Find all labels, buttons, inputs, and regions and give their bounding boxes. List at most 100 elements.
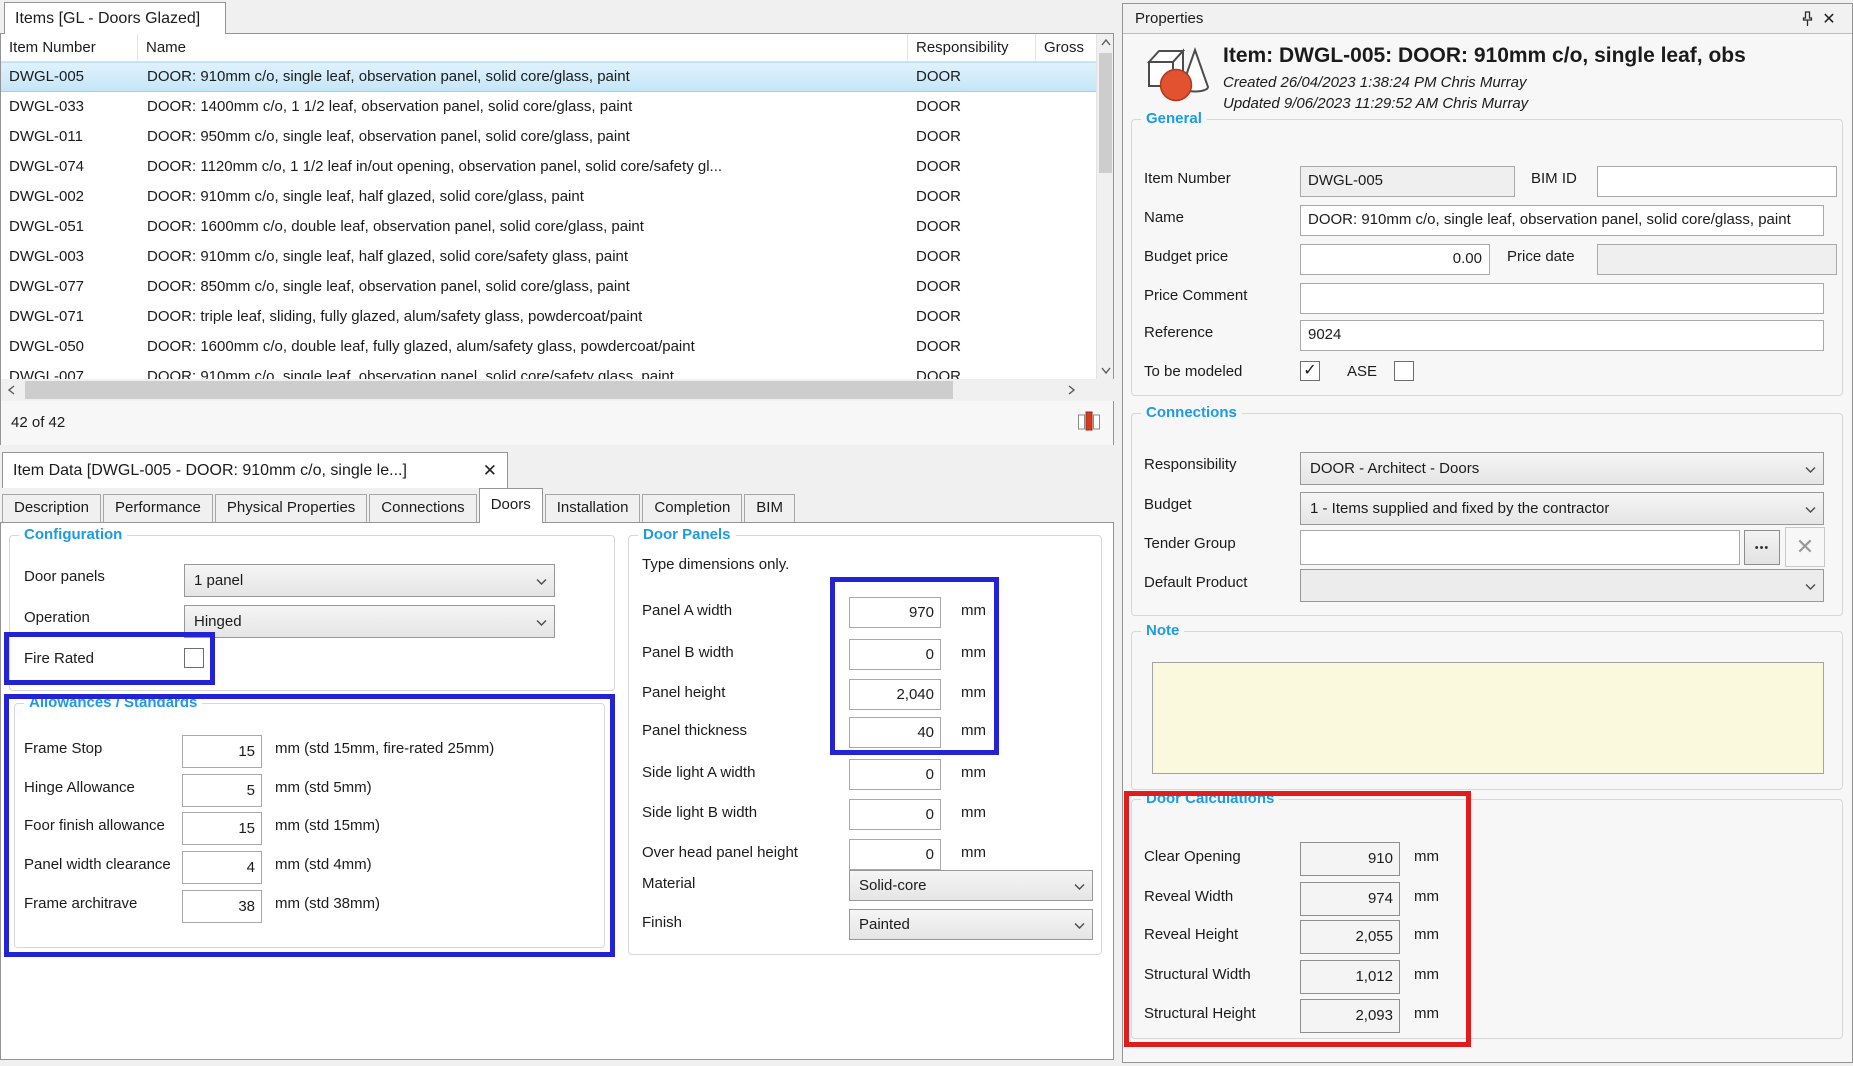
hinge-allowance-input[interactable]: 5 xyxy=(182,774,262,807)
tender-group-field[interactable] xyxy=(1300,530,1740,565)
item-data-tab-strip: Description Performance Physical Propert… xyxy=(2,488,797,522)
horizontal-scrollbar[interactable] xyxy=(1,379,1115,401)
finish-select[interactable]: Painted xyxy=(849,909,1093,940)
door-calculations-group: Door Calculations Clear Opening 910 mm R… xyxy=(1131,799,1843,1039)
updated-timestamp: Updated 9/06/2023 11:29:52 AM Chris Murr… xyxy=(1223,95,1528,112)
scrollbar-thumb[interactable] xyxy=(25,381,953,399)
default-product-select[interactable] xyxy=(1300,569,1824,602)
browse-button[interactable]: ••• xyxy=(1744,530,1780,565)
table-row[interactable]: DWGL-074 DOOR: 1120mm c/o, 1 1/2 leaf in… xyxy=(1,152,1097,182)
tab-bim[interactable]: BIM xyxy=(744,494,795,522)
table-row[interactable]: DWGL-033 DOOR: 1400mm c/o, 1 1/2 leaf, o… xyxy=(1,92,1097,122)
table-row[interactable]: DWGL-077 DOOR: 850mm c/o, single leaf, o… xyxy=(1,272,1097,302)
unit-hint: mm (std 4mm) xyxy=(275,856,372,873)
unit-label: mm xyxy=(1414,966,1439,983)
name-field[interactable]: DOOR: 910mm c/o, single leaf, observatio… xyxy=(1300,205,1824,236)
tab-connections[interactable]: Connections xyxy=(369,494,476,522)
table-row[interactable]: DWGL-003 DOOR: 910mm c/o, single leaf, h… xyxy=(1,242,1097,272)
row-responsibility: DOOR xyxy=(908,182,1036,212)
budget-select[interactable]: 1 - Items supplied and fixed by the cont… xyxy=(1300,492,1824,525)
row-item-number: DWGL-033 xyxy=(1,92,138,122)
door-panels-select[interactable]: 1 panel xyxy=(184,564,555,597)
ase-checkbox[interactable] xyxy=(1394,361,1414,381)
scrollbar-thumb[interactable] xyxy=(1099,53,1112,173)
pin-icon[interactable] xyxy=(1796,8,1818,30)
default-product-label: Default Product xyxy=(1144,574,1247,591)
selected-value: DOOR - Architect - Doors xyxy=(1310,460,1799,477)
close-icon[interactable]: ✕ xyxy=(483,461,497,481)
scroll-up-icon[interactable] xyxy=(1097,34,1114,51)
table-row[interactable]: DWGL-071 DOOR: triple leaf, sliding, ful… xyxy=(1,302,1097,332)
material-select[interactable]: Solid-core xyxy=(849,870,1093,901)
field-label: Frame Stop xyxy=(24,740,102,757)
item-data-tab[interactable]: Item Data [DWGL-005 - DOOR: 910mm c/o, s… xyxy=(2,452,508,488)
selected-value: Hinged xyxy=(194,613,530,630)
frame-architrave-input[interactable]: 38 xyxy=(182,890,262,923)
row-item-number: DWGL-003 xyxy=(1,242,138,272)
price-comment-field[interactable] xyxy=(1300,283,1824,314)
budget-price-field[interactable]: 0.00 xyxy=(1300,244,1490,275)
items-tab-title: Items [GL - Doors Glazed] xyxy=(15,10,200,28)
vertical-scrollbar[interactable] xyxy=(1096,34,1113,379)
unit-label: mm xyxy=(961,722,986,739)
unit-label: mm xyxy=(961,684,986,701)
scroll-right-icon[interactable] xyxy=(1063,381,1080,398)
table-row[interactable]: DWGL-002 DOOR: 910mm c/o, single leaf, h… xyxy=(1,182,1097,212)
row-responsibility: DOOR xyxy=(908,362,1036,379)
note-textarea[interactable] xyxy=(1152,662,1824,774)
price-date-field[interactable] xyxy=(1597,244,1837,275)
floor-finish-allowance-input[interactable]: 15 xyxy=(182,812,262,845)
row-responsibility: DOOR xyxy=(908,302,1036,332)
bim-id-label: BIM ID xyxy=(1531,170,1577,187)
check-icon: ✓ xyxy=(1303,363,1316,379)
tab-installation[interactable]: Installation xyxy=(545,494,641,522)
item-data-tab-title: Item Data [DWGL-005 - DOOR: 910mm c/o, s… xyxy=(13,462,407,480)
tab-doors[interactable]: Doors xyxy=(479,488,543,523)
table-row[interactable]: DWGL-011 DOOR: 950mm c/o, single leaf, o… xyxy=(1,122,1097,152)
scroll-left-icon[interactable] xyxy=(3,381,20,398)
clear-button[interactable]: ✕ xyxy=(1785,527,1825,567)
panel-height-input[interactable]: 2,040 xyxy=(849,679,941,710)
panel-width-clearance-input[interactable]: 4 xyxy=(182,851,262,884)
table-row[interactable]: DWGL-007 DOOR: 910mm c/o, single leaf, o… xyxy=(1,362,1097,379)
to-be-modeled-checkbox[interactable]: ✓ xyxy=(1300,361,1320,381)
row-name: DOOR: 910mm c/o, single leaf, half glaze… xyxy=(138,242,908,272)
table-row[interactable]: DWGL-050 DOOR: 1600mm c/o, double leaf, … xyxy=(1,332,1097,362)
column-header-responsibility[interactable]: Responsibility xyxy=(908,34,1036,61)
side-light-b-width-input[interactable]: 0 xyxy=(849,799,941,830)
column-header-gross[interactable]: Gross xyxy=(1036,34,1097,61)
panel-a-width-input[interactable]: 970 xyxy=(849,597,941,628)
operation-select[interactable]: Hinged xyxy=(184,605,555,638)
tab-completion[interactable]: Completion xyxy=(642,494,742,522)
reference-field[interactable]: 9024 xyxy=(1300,320,1824,351)
door-columns-icon[interactable] xyxy=(1077,409,1101,439)
bim-id-field[interactable] xyxy=(1597,166,1837,197)
unit-label: mm xyxy=(961,844,986,861)
panel-b-width-input[interactable]: 0 xyxy=(849,639,941,670)
panel-thickness-input[interactable]: 40 xyxy=(849,717,941,748)
item-number-field[interactable]: DWGL-005 xyxy=(1300,166,1515,197)
responsibility-select[interactable]: DOOR - Architect - Doors xyxy=(1300,452,1824,485)
close-icon[interactable]: ✕ xyxy=(1818,8,1840,30)
field-label: Panel B width xyxy=(642,644,734,661)
row-name: DOOR: 910mm c/o, single leaf, observatio… xyxy=(138,362,908,379)
table-row[interactable]: DWGL-005 DOOR: 910mm c/o, single leaf, o… xyxy=(1,62,1097,92)
scroll-down-icon[interactable] xyxy=(1097,362,1114,379)
items-tab[interactable]: Items [GL - Doors Glazed] xyxy=(4,2,226,34)
tab-performance[interactable]: Performance xyxy=(103,494,213,522)
frame-stop-input[interactable]: 15 xyxy=(182,735,262,768)
fire-rated-checkbox[interactable] xyxy=(184,648,204,668)
reference-label: Reference xyxy=(1144,324,1213,341)
row-responsibility: DOOR xyxy=(908,122,1036,152)
over-head-panel-height-input[interactable]: 0 xyxy=(849,839,941,870)
row-responsibility: DOOR xyxy=(908,332,1036,362)
table-row[interactable]: DWGL-051 DOOR: 1600mm c/o, double leaf, … xyxy=(1,212,1097,242)
unit-label: mm xyxy=(961,644,986,661)
items-table-panel: Item Number Name Responsibility Gross DW… xyxy=(0,33,1114,445)
column-header-item-number[interactable]: Item Number xyxy=(1,34,138,61)
tab-physical-properties[interactable]: Physical Properties xyxy=(215,494,367,522)
side-light-a-width-input[interactable]: 0 xyxy=(849,759,941,790)
field-label: Side light B width xyxy=(642,804,757,821)
tab-description[interactable]: Description xyxy=(2,494,101,522)
column-header-name[interactable]: Name xyxy=(138,34,908,61)
